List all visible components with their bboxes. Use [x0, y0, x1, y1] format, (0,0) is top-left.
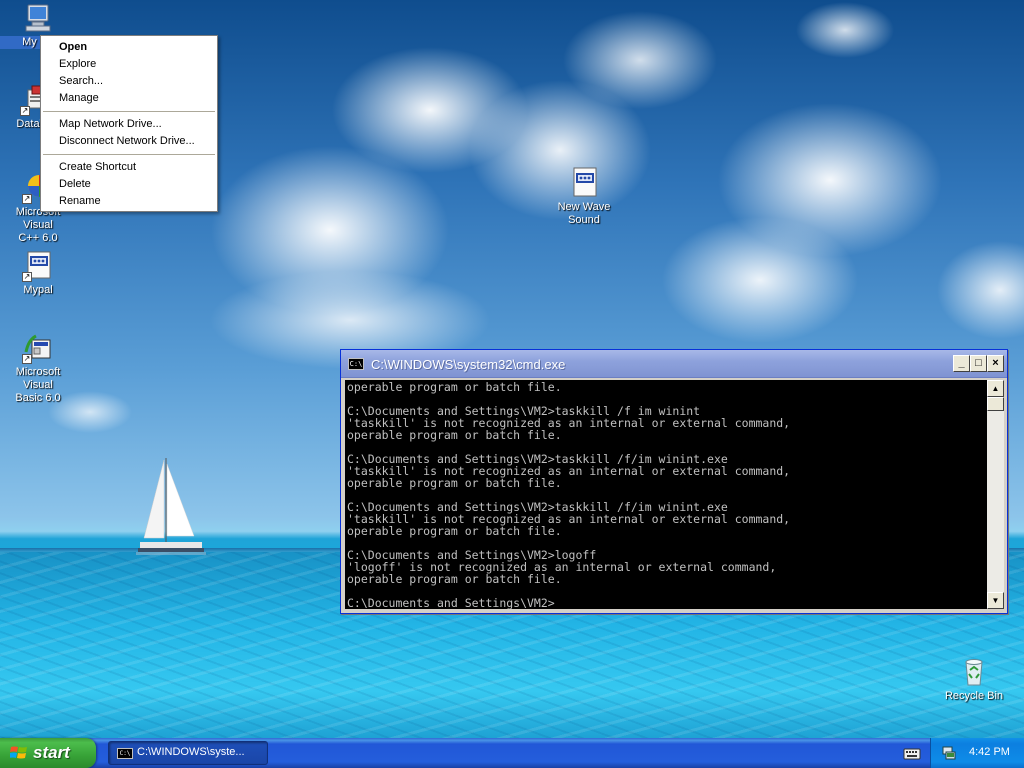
shortcut-arrow-icon: ↗	[22, 194, 32, 204]
cmd-titlebar[interactable]: C:\ C:\WINDOWS\system32\cmd.exe _ □ ×	[341, 350, 1007, 378]
system-tray: 4:42 PM	[930, 738, 1024, 768]
menu-item-disconnect-network-drive[interactable]: Disconnect Network Drive...	[41, 133, 217, 150]
taskbar-button-label: C:\WINDOWS\syste...	[137, 746, 245, 758]
windows-logo-icon	[10, 746, 27, 759]
console-line: operable program or batch file.	[347, 524, 562, 538]
menu-item-explore[interactable]: Explore	[41, 56, 217, 73]
network-connection-icon[interactable]	[941, 745, 957, 761]
menu-separator	[43, 154, 215, 155]
start-button[interactable]: start	[0, 738, 96, 768]
desktop-icon-label: Recycle Bin	[944, 690, 1004, 702]
minimize-button[interactable]: _	[953, 355, 970, 372]
console-line: operable program or batch file.	[347, 476, 562, 490]
desktop-icon-label: Mypal	[23, 284, 53, 296]
clock[interactable]: 4:42 PM	[969, 746, 1010, 758]
console-line: C:\Documents and Settings\VM2>	[347, 596, 555, 609]
sailboat-image	[136, 458, 206, 555]
menu-item-open[interactable]: Open	[41, 39, 217, 56]
shortcut-arrow-icon: ↗	[20, 106, 30, 116]
close-button[interactable]: ×	[987, 355, 1004, 372]
scrollbar-thumb[interactable]	[987, 397, 1004, 411]
cmd-window[interactable]: C:\ C:\WINDOWS\system32\cmd.exe _ □ × op…	[340, 349, 1008, 614]
maximize-button[interactable]: □	[970, 355, 987, 372]
scroll-up-button[interactable]: ▲	[987, 380, 1004, 397]
menu-item-map-network-drive[interactable]: Map Network Drive...	[41, 116, 217, 133]
shortcut-arrow-icon: ↗	[22, 272, 32, 282]
menu-item-manage[interactable]: Manage	[41, 90, 217, 107]
vertical-scrollbar[interactable]: ▲ ▼	[987, 380, 1004, 609]
visual-basic-icon: ↗	[22, 332, 54, 364]
desktop-icon-visual-basic[interactable]: ↗ Microsoft Visual Basic 6.0	[0, 332, 76, 405]
menu-item-delete[interactable]: Delete	[41, 176, 217, 193]
menu-item-create-shortcut[interactable]: Create Shortcut	[41, 159, 217, 176]
keyboard-language-icon[interactable]	[903, 746, 921, 760]
cmd-window-title: C:\WINDOWS\system32\cmd.exe	[371, 357, 566, 372]
cmd-app-icon[interactable]: C:\	[348, 358, 364, 370]
console-line: operable program or batch file.	[347, 428, 562, 442]
scroll-down-button[interactable]: ▼	[987, 592, 1004, 609]
shortcut-arrow-icon: ↗	[22, 354, 32, 364]
taskbar: start C:\ C:\WINDOWS\syste... 4:42 PM	[0, 738, 1024, 768]
mypal-icon: ↗	[22, 250, 54, 282]
recycle-bin-icon	[958, 656, 990, 688]
desktop-icon-label: Microsoft Visual Basic 6.0	[15, 366, 61, 404]
wave-file-icon	[568, 167, 600, 199]
taskbar-button-cmd[interactable]: C:\ C:\WINDOWS\syste...	[108, 741, 268, 765]
desktop-icon-new-wave-sound[interactable]: New Wave Sound	[546, 167, 622, 227]
desktop-icon-label: New Wave Sound	[557, 201, 611, 226]
desktop-icon-recycle-bin[interactable]: Recycle Bin	[936, 656, 1012, 703]
console-line: operable program or batch file.	[347, 572, 562, 586]
console-line: operable program or batch file.	[347, 380, 562, 394]
console-output[interactable]: operable program or batch file. C:\Docum…	[345, 380, 987, 609]
menu-item-search[interactable]: Search...	[41, 73, 217, 90]
start-label: start	[33, 743, 70, 762]
menu-separator	[43, 111, 215, 112]
context-menu: Open Explore Search... Manage Map Networ…	[40, 35, 218, 212]
desktop-icon-mypal[interactable]: ↗ Mypal	[0, 250, 76, 297]
my-computer-icon	[22, 2, 54, 34]
cmd-taskbar-icon: C:\	[117, 748, 133, 759]
menu-item-rename[interactable]: Rename	[41, 193, 217, 210]
